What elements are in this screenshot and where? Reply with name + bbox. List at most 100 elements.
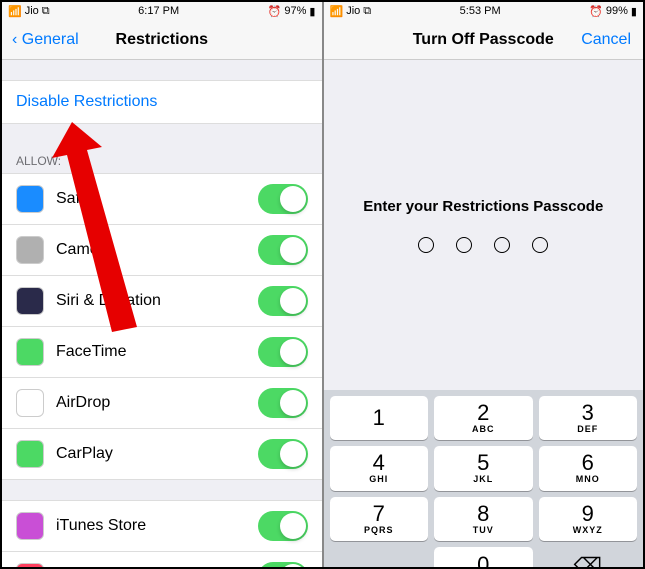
key-letters: ABC [472, 424, 495, 434]
app-row: AirDrop [2, 378, 322, 429]
keypad-spacer [330, 547, 429, 567]
key-letters: PQRS [364, 525, 394, 535]
passcode-area: Enter your Restrictions Passcode [324, 60, 644, 390]
phone-passcode: 📶 Jio ⧉ 5:53 PM ⏰ 99% ▮ Turn Off Passcod… [324, 2, 644, 567]
key-letters: TUV [473, 525, 494, 535]
status-time: 6:17 PM [138, 5, 179, 17]
toggle-switch[interactable] [258, 337, 308, 367]
app-label: iTunes Store [56, 517, 258, 535]
status-bar: 📶 Jio ⧉ 5:53 PM ⏰ 99% ▮ [324, 2, 644, 20]
app-icon [16, 338, 44, 366]
keypad-key-2[interactable]: 2ABC [434, 396, 533, 440]
app-row: Camera [2, 225, 322, 276]
keypad-key-1[interactable]: 1 [330, 396, 429, 440]
page-title: Turn Off Passcode [413, 31, 554, 49]
alarm-icon: ⏰ [268, 5, 282, 18]
toggle-switch[interactable] [258, 511, 308, 541]
passcode-prompt: Enter your Restrictions Passcode [363, 198, 603, 215]
key-number: 6 [582, 452, 594, 474]
allow-section: ALLOW: Safari Camera Siri & Dictation FaceT… [2, 154, 322, 480]
wifi-icon: ⧉ [363, 5, 371, 18]
toggle-switch[interactable] [258, 388, 308, 418]
app-icon [16, 440, 44, 468]
key-number: 4 [373, 452, 385, 474]
toggle-switch[interactable] [258, 562, 308, 567]
back-label: General [22, 31, 79, 49]
wifi-icon: ⧉ [42, 5, 50, 18]
app-icon [16, 185, 44, 213]
keypad-key-8[interactable]: 8TUV [434, 497, 533, 541]
toggle-switch[interactable] [258, 184, 308, 214]
keypad-key-9[interactable]: 9WXYZ [539, 497, 638, 541]
app-label: Safari [56, 190, 258, 208]
battery-pct: 99% [606, 5, 628, 17]
app-row: iTunes Store [2, 500, 322, 552]
app-icon [16, 563, 44, 567]
status-time: 5:53 PM [460, 5, 501, 17]
phone-restrictions: 📶 Jio ⧉ 6:17 PM ⏰ 97% ▮ ‹ General Restri… [2, 2, 322, 567]
carrier: Jio [25, 5, 39, 17]
app-icon [16, 287, 44, 315]
nav-bar: ‹ General Restrictions [2, 20, 322, 60]
app-label: FaceTime [56, 343, 258, 361]
keypad-key-3[interactable]: 3DEF [539, 396, 638, 440]
back-button[interactable]: ‹ General [12, 31, 79, 49]
app-label: AirDrop [56, 394, 258, 412]
app-icon [16, 236, 44, 264]
disable-group: Disable Restrictions [2, 80, 322, 124]
passcode-dot [532, 237, 548, 253]
key-letters: DEF [577, 424, 598, 434]
signal-icon: 📶 [8, 5, 22, 18]
keypad-key-0[interactable]: 0 [434, 547, 533, 567]
status-bar: 📶 Jio ⧉ 6:17 PM ⏰ 97% ▮ [2, 2, 322, 20]
toggle-switch[interactable] [258, 286, 308, 316]
disable-restrictions-link[interactable]: Disable Restrictions [2, 80, 322, 124]
app-icon [16, 512, 44, 540]
passcode-dot [418, 237, 434, 253]
battery-icon: ▮ [309, 5, 315, 18]
app-row: FaceTime [2, 327, 322, 378]
key-number: 1 [373, 407, 385, 429]
carrier: Jio [346, 5, 360, 17]
keypad: 12ABC3DEF4GHI5JKL6MNO7PQRS8TUV9WXYZ0⌫ [324, 390, 644, 567]
keypad-key-5[interactable]: 5JKL [434, 446, 533, 490]
key-letters: GHI [369, 474, 388, 484]
key-letters: WXYZ [573, 525, 603, 535]
app-row: Safari [2, 173, 322, 225]
stores-section: iTunes StoreMusic Profiles & PostsiBooks… [2, 500, 322, 567]
key-number: 7 [373, 503, 385, 525]
key-number: 0 [477, 554, 489, 567]
key-letters: JKL [473, 474, 493, 484]
nav-bar: Turn Off Passcode Cancel [324, 20, 644, 60]
app-row: Music Profiles & Posts [2, 552, 322, 567]
key-number: 5 [477, 452, 489, 474]
allow-header: ALLOW: [2, 154, 322, 173]
app-label: Siri & Dictation [56, 292, 258, 310]
keypad-delete[interactable]: ⌫ [539, 547, 638, 567]
passcode-dots [418, 237, 548, 253]
keypad-key-6[interactable]: 6MNO [539, 446, 638, 490]
signal-icon: 📶 [330, 5, 344, 18]
passcode-dot [456, 237, 472, 253]
key-number: 9 [582, 503, 594, 525]
alarm-icon: ⏰ [589, 5, 603, 18]
battery-pct: 97% [284, 5, 306, 17]
toggle-switch[interactable] [258, 439, 308, 469]
app-label: Camera [56, 241, 258, 259]
chevron-left-icon: ‹ [12, 31, 22, 49]
keypad-key-4[interactable]: 4GHI [330, 446, 429, 490]
app-label: CarPlay [56, 445, 258, 463]
keypad-key-7[interactable]: 7PQRS [330, 497, 429, 541]
app-icon [16, 389, 44, 417]
key-number: 3 [582, 402, 594, 424]
app-row: CarPlay [2, 429, 322, 480]
key-letters: MNO [576, 474, 600, 484]
page-title: Restrictions [116, 31, 208, 49]
cancel-button[interactable]: Cancel [581, 31, 631, 49]
passcode-dot [494, 237, 510, 253]
key-number: 8 [477, 503, 489, 525]
battery-icon: ▮ [631, 5, 637, 18]
toggle-switch[interactable] [258, 235, 308, 265]
key-number: 2 [477, 402, 489, 424]
app-row: Siri & Dictation [2, 276, 322, 327]
